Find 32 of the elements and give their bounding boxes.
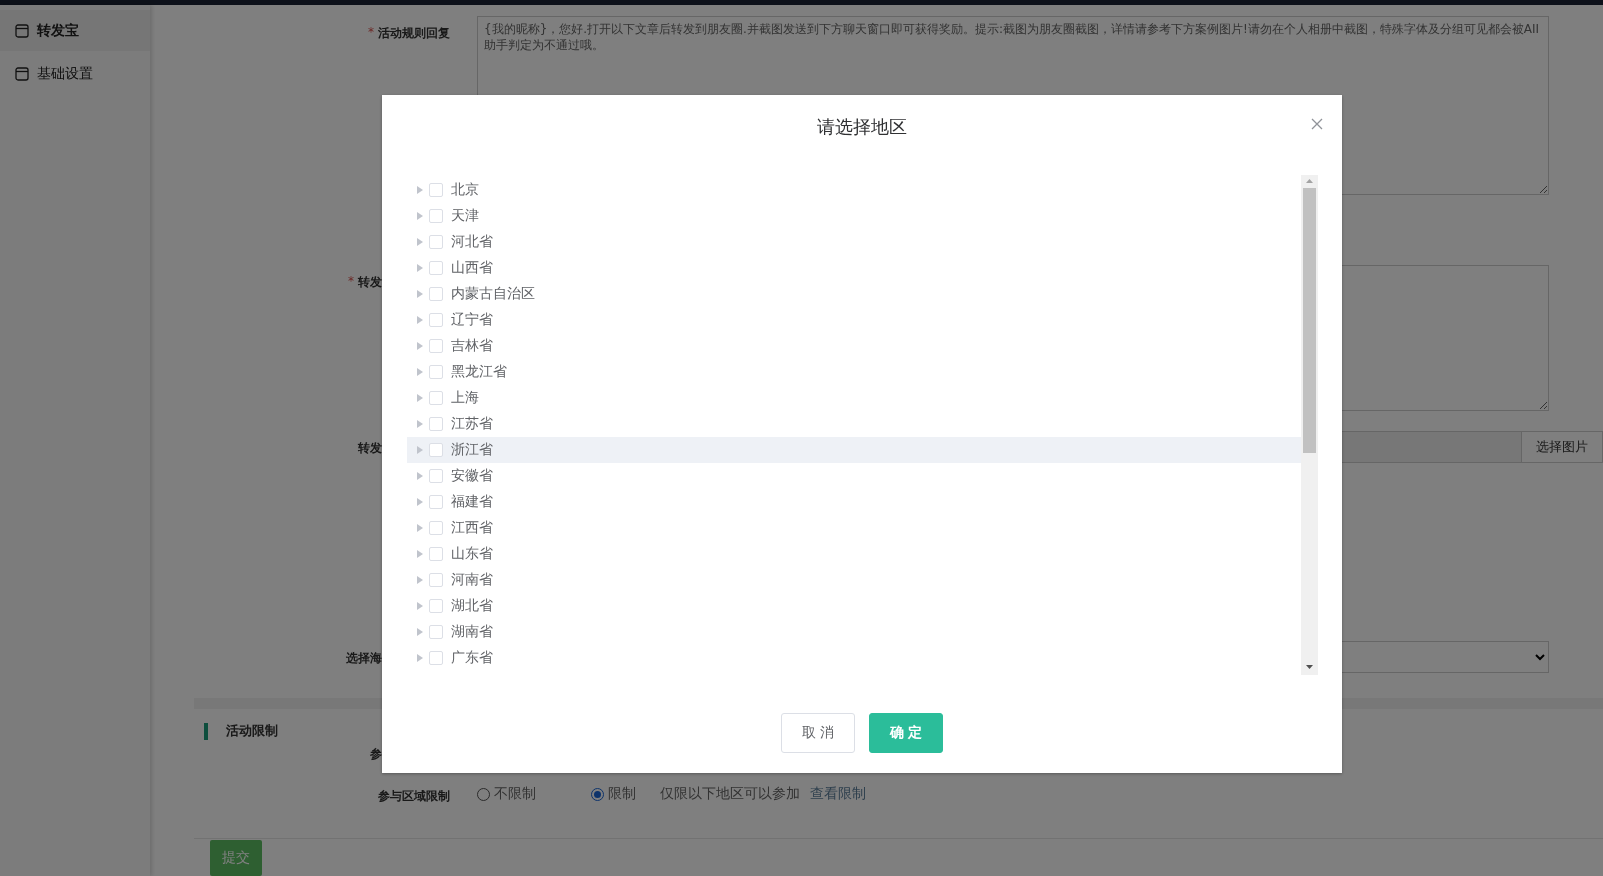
region-label: 上海 xyxy=(451,389,479,407)
region-label: 安徽省 xyxy=(451,467,493,485)
region-label: 辽宁省 xyxy=(451,311,493,329)
region-label: 河北省 xyxy=(451,233,493,251)
region-label: 吉林省 xyxy=(451,337,493,355)
region-label: 内蒙古自治区 xyxy=(451,285,535,303)
field-label: 选择海 xyxy=(346,650,382,667)
region-label: 江苏省 xyxy=(451,415,493,433)
region-label: 黑龙江省 xyxy=(451,363,507,381)
region-label: 湖南省 xyxy=(451,623,493,641)
region-label: 天津 xyxy=(451,207,479,225)
field-label: 参 xyxy=(370,746,382,764)
sidebar-label: 转发宝 xyxy=(37,21,79,40)
required-mark: * xyxy=(368,25,374,39)
field-label: 参与区域限制 xyxy=(378,788,450,806)
region-label: 山东省 xyxy=(451,545,493,563)
required-mark: * xyxy=(348,274,354,288)
field-label: 活动规则回复 xyxy=(378,25,450,42)
region-label: 河南省 xyxy=(451,571,493,589)
sidebar-label: 基础设置 xyxy=(37,64,93,83)
region-label: 福建省 xyxy=(451,493,493,511)
region-label: 北京 xyxy=(451,181,479,199)
dialog-title: 请选择地区 xyxy=(817,115,907,139)
section-title: 活动限制 xyxy=(226,722,278,741)
region-label: 江西省 xyxy=(451,519,493,537)
field-label: 转发 xyxy=(358,440,382,457)
region-label: 湖北省 xyxy=(451,597,493,615)
hint-text: 仅限以下地区可以参加 xyxy=(660,785,800,804)
region-label: 广东省 xyxy=(451,649,493,667)
region-label: 山西省 xyxy=(451,259,493,277)
field-label: 转发 xyxy=(358,274,382,291)
region-label: 浙江省 xyxy=(451,441,493,459)
